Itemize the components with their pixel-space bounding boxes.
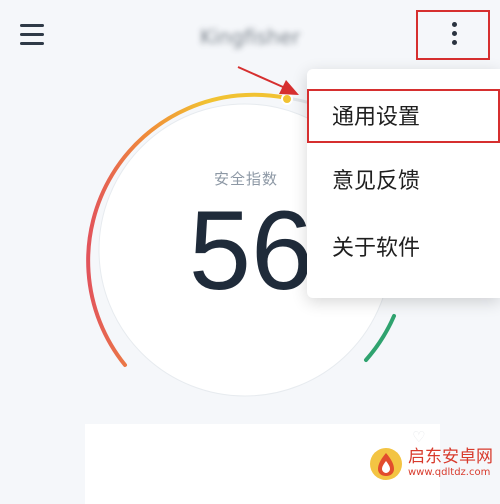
watermark-url: www.qdltdz.com xyxy=(408,467,491,478)
watermark-text: 启东安卓网 xyxy=(408,447,493,467)
menu-item-general-settings[interactable]: 通用设置 xyxy=(307,89,500,143)
menu-item-about[interactable]: 关于软件 xyxy=(307,222,500,276)
menu-item-label: 通用设置 xyxy=(332,105,421,130)
menu-item-label: 意见反馈 xyxy=(332,169,421,194)
gauge-label: 安全指数 xyxy=(213,170,278,188)
gauge-indicator-dot xyxy=(281,93,293,105)
overflow-dropdown-menu: 通用设置 意见反馈 关于软件 xyxy=(307,69,500,298)
heart-icon: ♡ xyxy=(412,428,426,446)
menu-item-label: 关于软件 xyxy=(332,236,421,261)
menu-item-feedback[interactable]: 意见反馈 xyxy=(307,155,500,209)
watermark-logo-icon xyxy=(370,448,402,480)
watermark: 启东安卓网 www.qdltdz.com xyxy=(368,444,498,484)
